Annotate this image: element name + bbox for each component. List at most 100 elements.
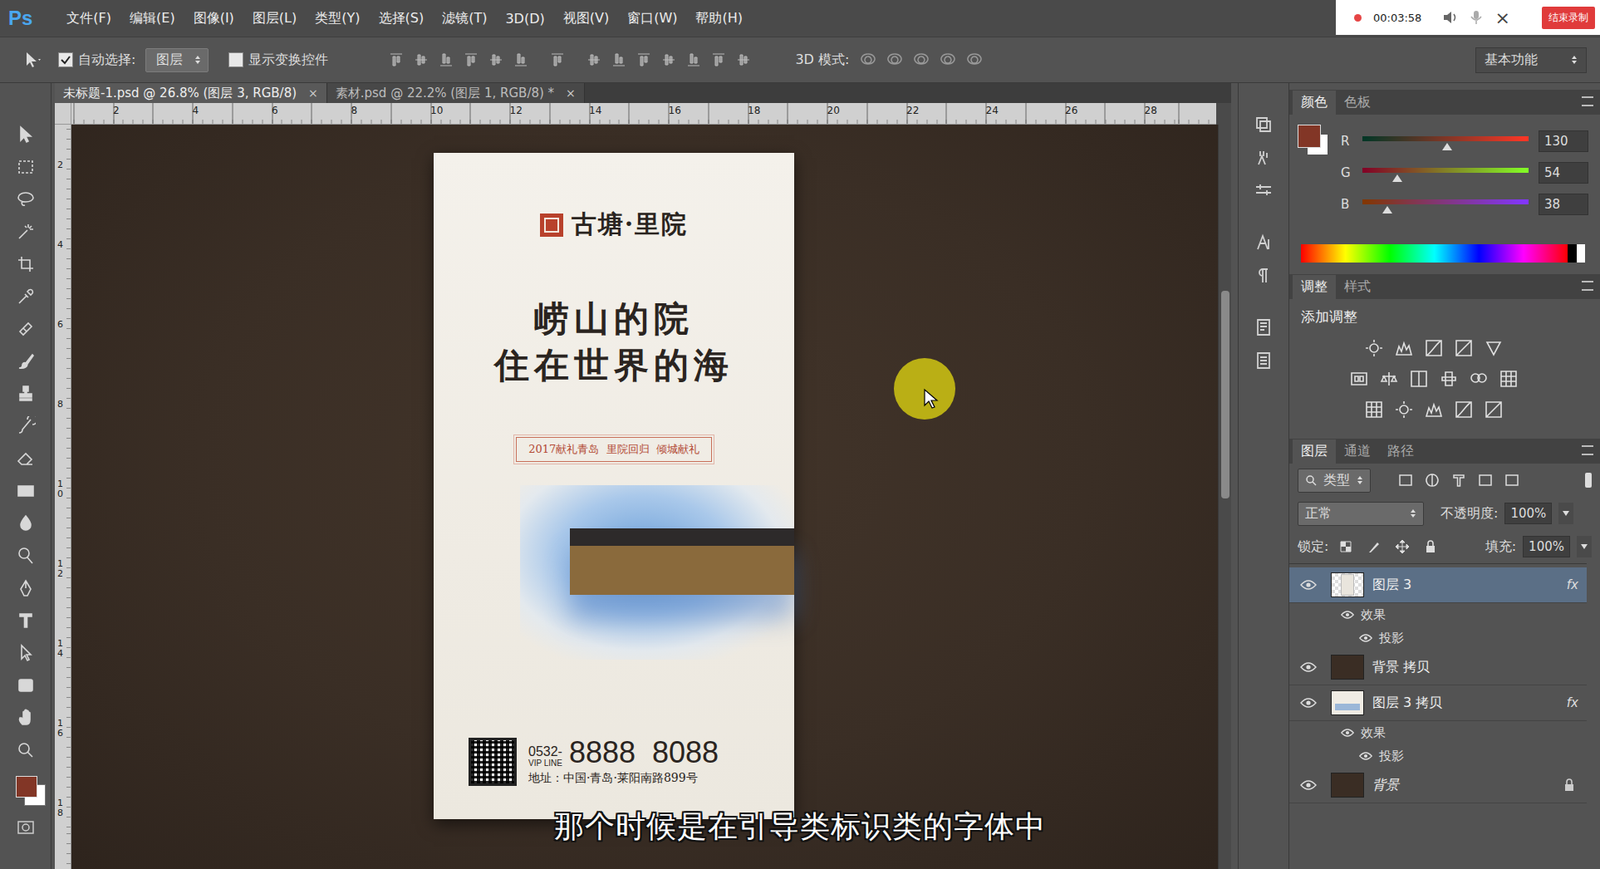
levels-icon[interactable] xyxy=(1393,338,1415,359)
align-icon[interactable] xyxy=(512,51,530,69)
menu-item[interactable]: 3D(D) xyxy=(495,7,554,30)
channel-value[interactable]: 38 xyxy=(1538,193,1589,216)
type-tool[interactable] xyxy=(9,603,43,637)
align-icon[interactable] xyxy=(635,51,653,69)
show-transform-checkbox[interactable]: 显示变换控件 xyxy=(228,51,329,69)
panel-tab[interactable]: 样式 xyxy=(1335,274,1380,300)
smart-filter-icon[interactable] xyxy=(1503,471,1521,489)
layer-name[interactable]: 背景 xyxy=(1372,776,1556,795)
character-panel-button[interactable] xyxy=(1246,225,1281,260)
fill-field[interactable]: 100% xyxy=(1522,535,1571,558)
menu-item[interactable]: 图像(I) xyxy=(184,6,244,31)
pixel-filter-icon[interactable] xyxy=(1397,471,1414,489)
checkbox[interactable] xyxy=(228,52,244,68)
opacity-field[interactable]: 100% xyxy=(1504,502,1552,525)
vertical-scrollbar[interactable] xyxy=(1217,124,1232,869)
align-icon[interactable] xyxy=(487,51,505,69)
visibility-toggle[interactable] xyxy=(1299,661,1318,673)
layer-row[interactable]: 背景 拷贝 xyxy=(1289,649,1587,686)
history-panel-button[interactable] xyxy=(1246,107,1281,142)
brush-tool[interactable] xyxy=(9,344,43,378)
vertical-ruler[interactable]: 24681012141618 xyxy=(54,124,72,869)
eyedropper-tool[interactable] xyxy=(9,279,43,313)
path-select-tool[interactable] xyxy=(9,636,43,669)
stamp-tool[interactable] xyxy=(9,377,43,410)
brightness-icon[interactable] xyxy=(1363,338,1385,359)
menu-item[interactable]: 视图(V) xyxy=(554,6,619,31)
canvas[interactable]: 古塘·里院 崂山的院住在世界的海 2017献礼青岛 里院回归 倾城献礼 0532… xyxy=(71,124,1218,869)
effect-row[interactable]: 投影 xyxy=(1289,626,1587,650)
align-icon[interactable] xyxy=(660,51,678,69)
fill-dropdown[interactable] xyxy=(1576,535,1592,558)
channel-mixer-icon[interactable] xyxy=(1467,368,1490,389)
slider-knob[interactable] xyxy=(1382,206,1393,214)
channel-slider[interactable] xyxy=(1362,199,1529,205)
layer-name[interactable]: 图层 3 xyxy=(1372,576,1559,594)
hue-icon[interactable] xyxy=(1348,368,1370,389)
color-spectrum[interactable] xyxy=(1300,244,1586,263)
selective-color-icon[interactable] xyxy=(1452,399,1475,420)
eraser-tool[interactable] xyxy=(9,441,43,475)
threshold-icon[interactable] xyxy=(1423,399,1445,420)
posterize-icon[interactable] xyxy=(1393,399,1415,420)
paragraph-panel-button[interactable] xyxy=(1246,259,1281,293)
tool-preset-picker[interactable] xyxy=(21,49,44,70)
align-icon[interactable] xyxy=(685,51,702,69)
menu-item[interactable]: 编辑(E) xyxy=(120,6,185,31)
lasso-tool[interactable] xyxy=(9,182,43,216)
layer-row[interactable]: 图层 3 拷贝 fx xyxy=(1289,685,1587,722)
adjust-filter-icon[interactable] xyxy=(1423,471,1441,489)
visibility-toggle[interactable] xyxy=(1299,579,1318,591)
blur-tool[interactable] xyxy=(9,506,43,540)
lookup-icon[interactable] xyxy=(1497,368,1520,389)
layer-row[interactable]: 图层 3 fx xyxy=(1289,567,1587,604)
curves-icon[interactable] xyxy=(1423,338,1445,359)
crop-tool[interactable] xyxy=(9,247,43,280)
menu-item[interactable]: 选择(S) xyxy=(369,6,434,31)
menu-item[interactable]: 图层(L) xyxy=(243,6,306,31)
recorder-close-button[interactable]: × xyxy=(1494,7,1510,29)
document-tab[interactable]: 素材.psd @ 22.2% (图层 1, RGB/8) * × xyxy=(327,83,585,104)
menu-item[interactable]: 文件(F) xyxy=(57,6,121,31)
color-swatches[interactable] xyxy=(1297,124,1330,158)
align-icon[interactable] xyxy=(549,51,566,69)
slider-knob[interactable] xyxy=(1442,142,1453,151)
opacity-dropdown[interactable] xyxy=(1558,502,1574,525)
scroll-thumb[interactable] xyxy=(1221,290,1230,499)
balance-icon[interactable] xyxy=(1378,368,1400,389)
move-tool[interactable] xyxy=(9,117,43,151)
shape-tool[interactable] xyxy=(9,668,43,702)
channel-value[interactable]: 130 xyxy=(1538,130,1589,153)
fx-badge[interactable]: fx xyxy=(1566,577,1579,593)
panel-menu-icon[interactable] xyxy=(1581,96,1594,107)
black-white-icon[interactable] xyxy=(1408,368,1430,389)
checkbox[interactable] xyxy=(58,52,74,68)
layer-name[interactable]: 背景 拷贝 xyxy=(1372,658,1587,677)
panel-menu-icon[interactable] xyxy=(1581,280,1594,291)
lock-all-icon[interactable] xyxy=(1423,539,1439,555)
effects-row[interactable]: 效果 xyxy=(1289,721,1587,745)
pen-tool[interactable] xyxy=(9,571,43,604)
type-filter-icon[interactable] xyxy=(1450,471,1468,489)
layer-name[interactable]: 图层 3 拷贝 xyxy=(1372,694,1559,712)
layer-filter-select[interactable]: 类型 xyxy=(1297,468,1371,493)
magic-wand-tool[interactable] xyxy=(9,215,43,248)
panel-tab[interactable]: 颜色 xyxy=(1292,90,1336,115)
zoom-tool[interactable] xyxy=(9,733,43,766)
slider-knob[interactable] xyxy=(1392,174,1403,182)
drag-3d-icon[interactable] xyxy=(912,51,931,69)
healing-tool[interactable] xyxy=(9,312,43,345)
filter-toggle[interactable] xyxy=(1585,472,1592,488)
lock-pixels-icon[interactable] xyxy=(1366,539,1382,555)
document-tab[interactable]: 未标题-1.psd @ 26.8% (图层 3, RGB/8) × xyxy=(54,83,328,104)
horizontal-ruler[interactable]: 246810121416182022242628 xyxy=(71,103,1217,125)
slide-3d-icon[interactable] xyxy=(938,51,958,69)
align-icon[interactable] xyxy=(735,51,752,69)
align-icon[interactable] xyxy=(437,51,455,69)
brush-presets-button[interactable] xyxy=(1246,174,1281,208)
lock-transparent-icon[interactable] xyxy=(1338,539,1354,555)
channel-slider[interactable] xyxy=(1362,136,1529,142)
effect-row[interactable]: 投影 xyxy=(1289,744,1587,768)
layer-row[interactable]: 背景 xyxy=(1289,767,1587,804)
brush-panel-button[interactable] xyxy=(1246,141,1281,175)
